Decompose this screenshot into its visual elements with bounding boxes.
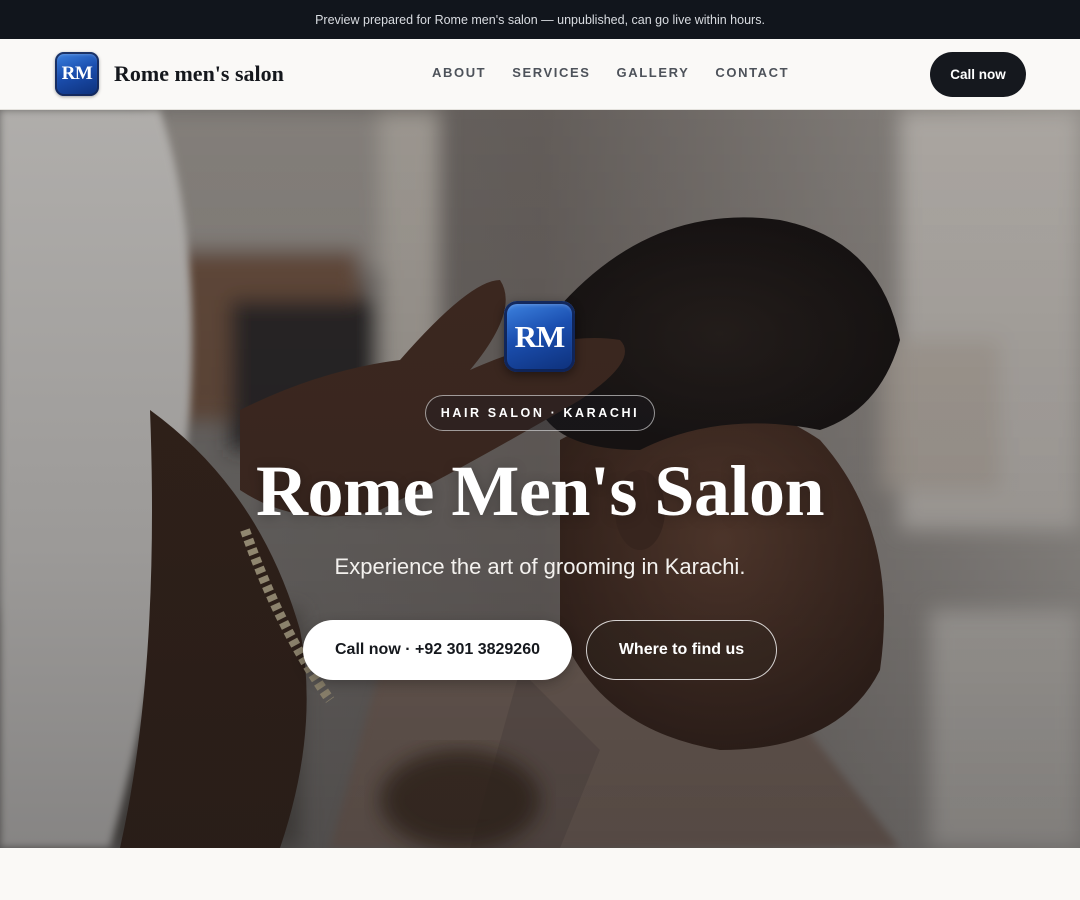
- announcement-text: Preview prepared for Rome men's salon — …: [315, 12, 765, 27]
- logo-initials: RM: [61, 63, 93, 84]
- hero-section: RM HAIR SALON · KARACHI Rome Men's Salon…: [0, 110, 1080, 848]
- find-us-button[interactable]: Where to find us: [586, 620, 777, 680]
- hero-subtitle: Experience the art of grooming in Karach…: [334, 554, 746, 579]
- main-nav: ABOUT SERVICES GALLERY CONTACT: [432, 65, 815, 80]
- hero-logo-icon: RM: [504, 301, 575, 372]
- hero-category-badge: HAIR SALON · KARACHI: [425, 395, 655, 431]
- call-phone-button[interactable]: Call now · +92 301 3829260: [303, 620, 572, 680]
- nav-about[interactable]: ABOUT: [432, 65, 486, 80]
- site-header: RM Rome men's salon ABOUT SERVICES GALLE…: [0, 39, 1080, 110]
- nav-contact[interactable]: CONTACT: [715, 65, 789, 80]
- hero-title: Rome Men's Salon: [256, 451, 825, 531]
- announcement-bar: Preview prepared for Rome men's salon — …: [0, 0, 1080, 39]
- hero-logo-initials: RM: [514, 318, 566, 354]
- nav-gallery[interactable]: GALLERY: [617, 65, 690, 80]
- brand-name[interactable]: Rome men's salon: [114, 61, 284, 87]
- next-section: [0, 848, 1080, 900]
- logo-icon[interactable]: RM: [55, 52, 99, 96]
- call-now-button[interactable]: Call now: [930, 52, 1026, 97]
- nav-services[interactable]: SERVICES: [512, 65, 590, 80]
